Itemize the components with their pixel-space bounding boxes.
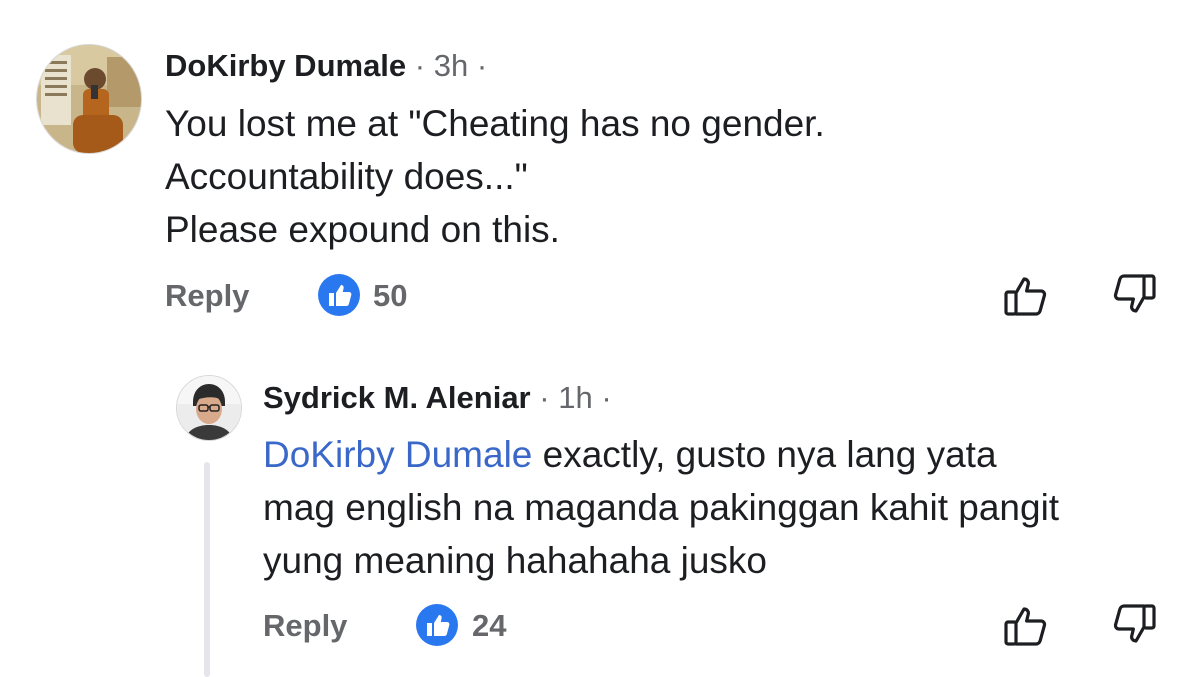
reply-button[interactable]: Reply: [165, 278, 249, 314]
thumbs-up-badge-icon[interactable]: [318, 274, 360, 316]
thumbs-down-outline-icon[interactable]: [1110, 270, 1158, 318]
thumbs-down-outline-icon[interactable]: [1110, 600, 1158, 648]
thumbs-up-outline-icon[interactable]: [1002, 602, 1050, 650]
thumbs-up-outline-icon[interactable]: [1002, 272, 1050, 320]
comment-meta: DoKirby Dumale · 3h ·: [165, 48, 487, 84]
comment-line: DoKirby Dumale exactly, gusto nya lang y…: [263, 428, 1059, 481]
comment-meta: Sydrick M. Aleniar · 1h ·: [263, 380, 612, 416]
meta-separator: ·: [414, 48, 426, 83]
comment-line: Accountability does...": [165, 156, 528, 197]
avatar-photo: [37, 45, 141, 153]
comment-body: DoKirby Dumale exactly, gusto nya lang y…: [263, 428, 1059, 587]
mention-link[interactable]: DoKirby Dumale: [263, 434, 532, 475]
avatar-sydrick-aleniar[interactable]: [176, 375, 242, 441]
comment-author[interactable]: DoKirby Dumale: [165, 48, 406, 83]
comment-timestamp[interactable]: 1h: [558, 380, 592, 415]
comment-line-text: exactly, gusto nya lang yata: [532, 434, 997, 475]
meta-separator-trailing: ·: [476, 48, 488, 83]
comment-timestamp[interactable]: 3h: [434, 48, 468, 83]
comment-thread: DoKirby Dumale · 3h · You lost me at "Ch…: [0, 0, 1200, 677]
avatar-dokirby-dumale[interactable]: [36, 44, 142, 154]
avatar-photo: [177, 376, 241, 440]
comment-line: mag english na maganda pakinggan kahit p…: [263, 487, 1060, 528]
comment-line: yung meaning hahahaha jusko: [263, 540, 767, 581]
comment-author[interactable]: Sydrick M. Aleniar: [263, 380, 531, 415]
thumbs-up-badge-icon[interactable]: [416, 604, 458, 646]
comment-line: You lost me at "Cheating has no gender.: [165, 103, 825, 144]
comment-line: Please expound on this.: [165, 209, 560, 250]
thread-connector-line: [204, 462, 210, 677]
reply-button[interactable]: Reply: [263, 608, 347, 644]
like-count[interactable]: 24: [472, 608, 506, 644]
meta-separator: ·: [539, 380, 550, 415]
like-count[interactable]: 50: [373, 278, 407, 314]
comment-body: You lost me at "Cheating has no gender. …: [165, 97, 825, 256]
meta-separator-trailing: ·: [601, 380, 612, 415]
